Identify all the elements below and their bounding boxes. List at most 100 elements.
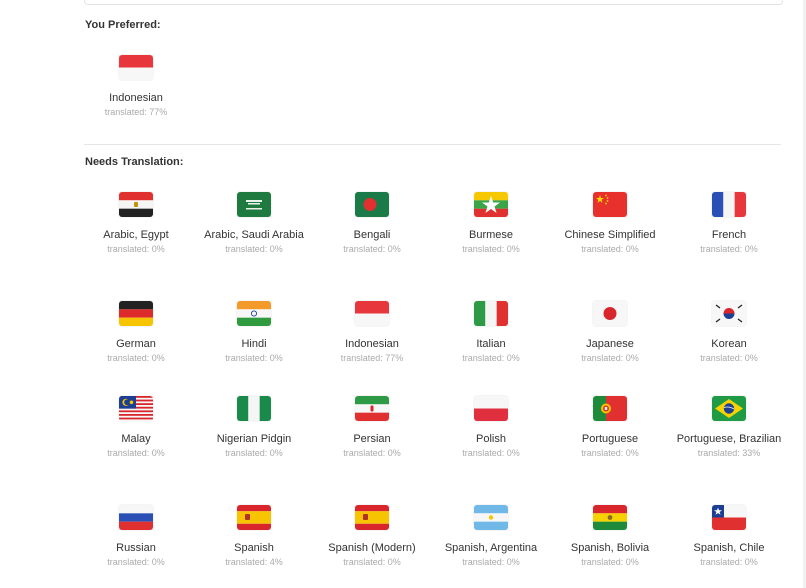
language-polish[interactable]: Polish translated: 0% [432,396,550,459]
language-name: Burmese [468,229,514,241]
language-name: Nigerian Pidgin [216,433,292,445]
language-name: Spanish, Bolivia [570,542,650,554]
language-arabic-egypt[interactable]: Arabic, Egypt translated: 0% [77,192,195,255]
bolivia-flag-icon [593,505,627,530]
germany-flag-icon [119,301,153,326]
myanmar-flag-icon [474,192,508,217]
language-spanish-modern[interactable]: Spanish (Modern) translated: 0% [313,505,431,568]
language-nigerian-pidgin[interactable]: Nigerian Pidgin translated: 0% [195,396,313,459]
language-name: Bengali [353,229,391,241]
language-bengali[interactable]: Bengali translated: 0% [313,192,431,255]
portugal-flag-icon [593,396,627,421]
preferred-language-indonesian[interactable]: Indonesian translated: 77% [77,55,195,118]
translation-status: translated: 33% [697,448,761,458]
language-name: Chinese Simplified [564,229,656,241]
language-name: Arabic, Saudi Arabia [204,229,304,241]
language-spanish[interactable]: Spanish translated: 4% [195,505,313,568]
language-name: Spanish [234,542,274,554]
translation-status: translated: 0% [107,244,165,254]
translation-status: translated: 0% [581,244,639,254]
translation-status: translated: 77% [340,353,404,363]
malaysia-flag-icon [119,396,153,421]
spain-flag-icon [237,505,271,530]
bangladesh-flag-icon [355,192,389,217]
language-name: Hindi [241,338,267,350]
language-portuguese-brazilian[interactable]: Portuguese, Brazilian translated: 33% [670,396,788,459]
india-flag-icon [237,301,271,326]
language-name: Italian [476,338,506,350]
translation-status: translated: 0% [462,557,520,567]
language-name: Persian [353,433,391,445]
language-name: Portuguese, Brazilian [676,433,782,445]
indonesia-flag-icon [119,55,153,80]
language-spanish-argentina[interactable]: Spanish, Argentina translated: 0% [432,505,550,568]
translation-status: translated: 0% [700,557,758,567]
translation-status: translated: 0% [581,557,639,567]
language-name: French [711,229,747,241]
translation-status: translated: 0% [343,244,401,254]
translation-status: translated: 0% [225,448,283,458]
needs-translation-heading: Needs Translation: [85,156,184,168]
language-name: Portuguese [581,433,639,445]
section-divider [84,144,781,145]
language-spanish-bolivia[interactable]: Spanish, Bolivia translated: 0% [551,505,669,568]
language-japanese[interactable]: Japanese translated: 0% [551,301,669,364]
south-korea-flag-icon [712,301,746,326]
china-flag-icon [593,192,627,217]
language-burmese[interactable]: Burmese translated: 0% [432,192,550,255]
language-name: Spanish, Argentina [444,542,538,554]
translation-status: translated: 0% [581,353,639,363]
translation-status: translated: 0% [462,353,520,363]
language-name: Arabic, Egypt [103,229,169,241]
language-name: Russian [116,542,156,554]
argentina-flag-icon [474,505,508,530]
language-name: Indonesian [345,338,399,350]
language-spanish-chile[interactable]: Spanish, Chile translated: 0% [670,505,788,568]
language-name: Indonesian [109,92,163,104]
language-korean[interactable]: Korean translated: 0% [670,301,788,364]
translation-status: translated: 0% [107,557,165,567]
translation-status: translated: 0% [107,353,165,363]
nigeria-flag-icon [237,396,271,421]
language-french[interactable]: French translated: 0% [670,192,788,255]
italy-flag-icon [474,301,508,326]
language-persian[interactable]: Persian translated: 0% [313,396,431,459]
iran-flag-icon [355,396,389,421]
language-name: Polish [476,433,506,445]
language-chinese-simplified[interactable]: Chinese Simplified translated: 0% [551,192,669,255]
language-italian[interactable]: Italian translated: 0% [432,301,550,364]
translation-status: translated: 0% [700,353,758,363]
japan-flag-icon [593,301,627,326]
translation-status: translated: 0% [462,244,520,254]
translation-status: translated: 0% [343,557,401,567]
language-name: Spanish (Modern) [328,542,416,554]
poland-flag-icon [474,396,508,421]
indonesia-flag-icon [355,301,389,326]
language-name: German [116,338,156,350]
language-name: Spanish, Chile [693,542,765,554]
language-portuguese[interactable]: Portuguese translated: 0% [551,396,669,459]
translation-status: translated: 0% [700,244,758,254]
brazil-flag-icon [712,396,746,421]
language-hindi[interactable]: Hindi translated: 0% [195,301,313,364]
language-russian[interactable]: Russian translated: 0% [77,505,195,568]
top-panel-border [84,0,783,5]
translation-status: translated: 4% [225,557,283,567]
egypt-flag-icon [119,192,153,217]
translation-status: translated: 0% [107,448,165,458]
france-flag-icon [712,192,746,217]
translation-status: translated: 77% [104,107,168,117]
language-arabic-saudi-arabia[interactable]: Arabic, Saudi Arabia translated: 0% [195,192,313,255]
language-malay[interactable]: Malay translated: 0% [77,396,195,459]
translation-status: translated: 0% [581,448,639,458]
language-name: Malay [121,433,151,445]
language-indonesian[interactable]: Indonesian translated: 77% [313,301,431,364]
russia-flag-icon [119,505,153,530]
language-name: Korean [711,338,747,350]
preferred-heading: You Preferred: [85,19,161,31]
translation-status: translated: 0% [343,448,401,458]
translation-status: translated: 0% [225,244,283,254]
language-name: Japanese [586,338,634,350]
language-german[interactable]: German translated: 0% [77,301,195,364]
translation-status: translated: 0% [225,353,283,363]
